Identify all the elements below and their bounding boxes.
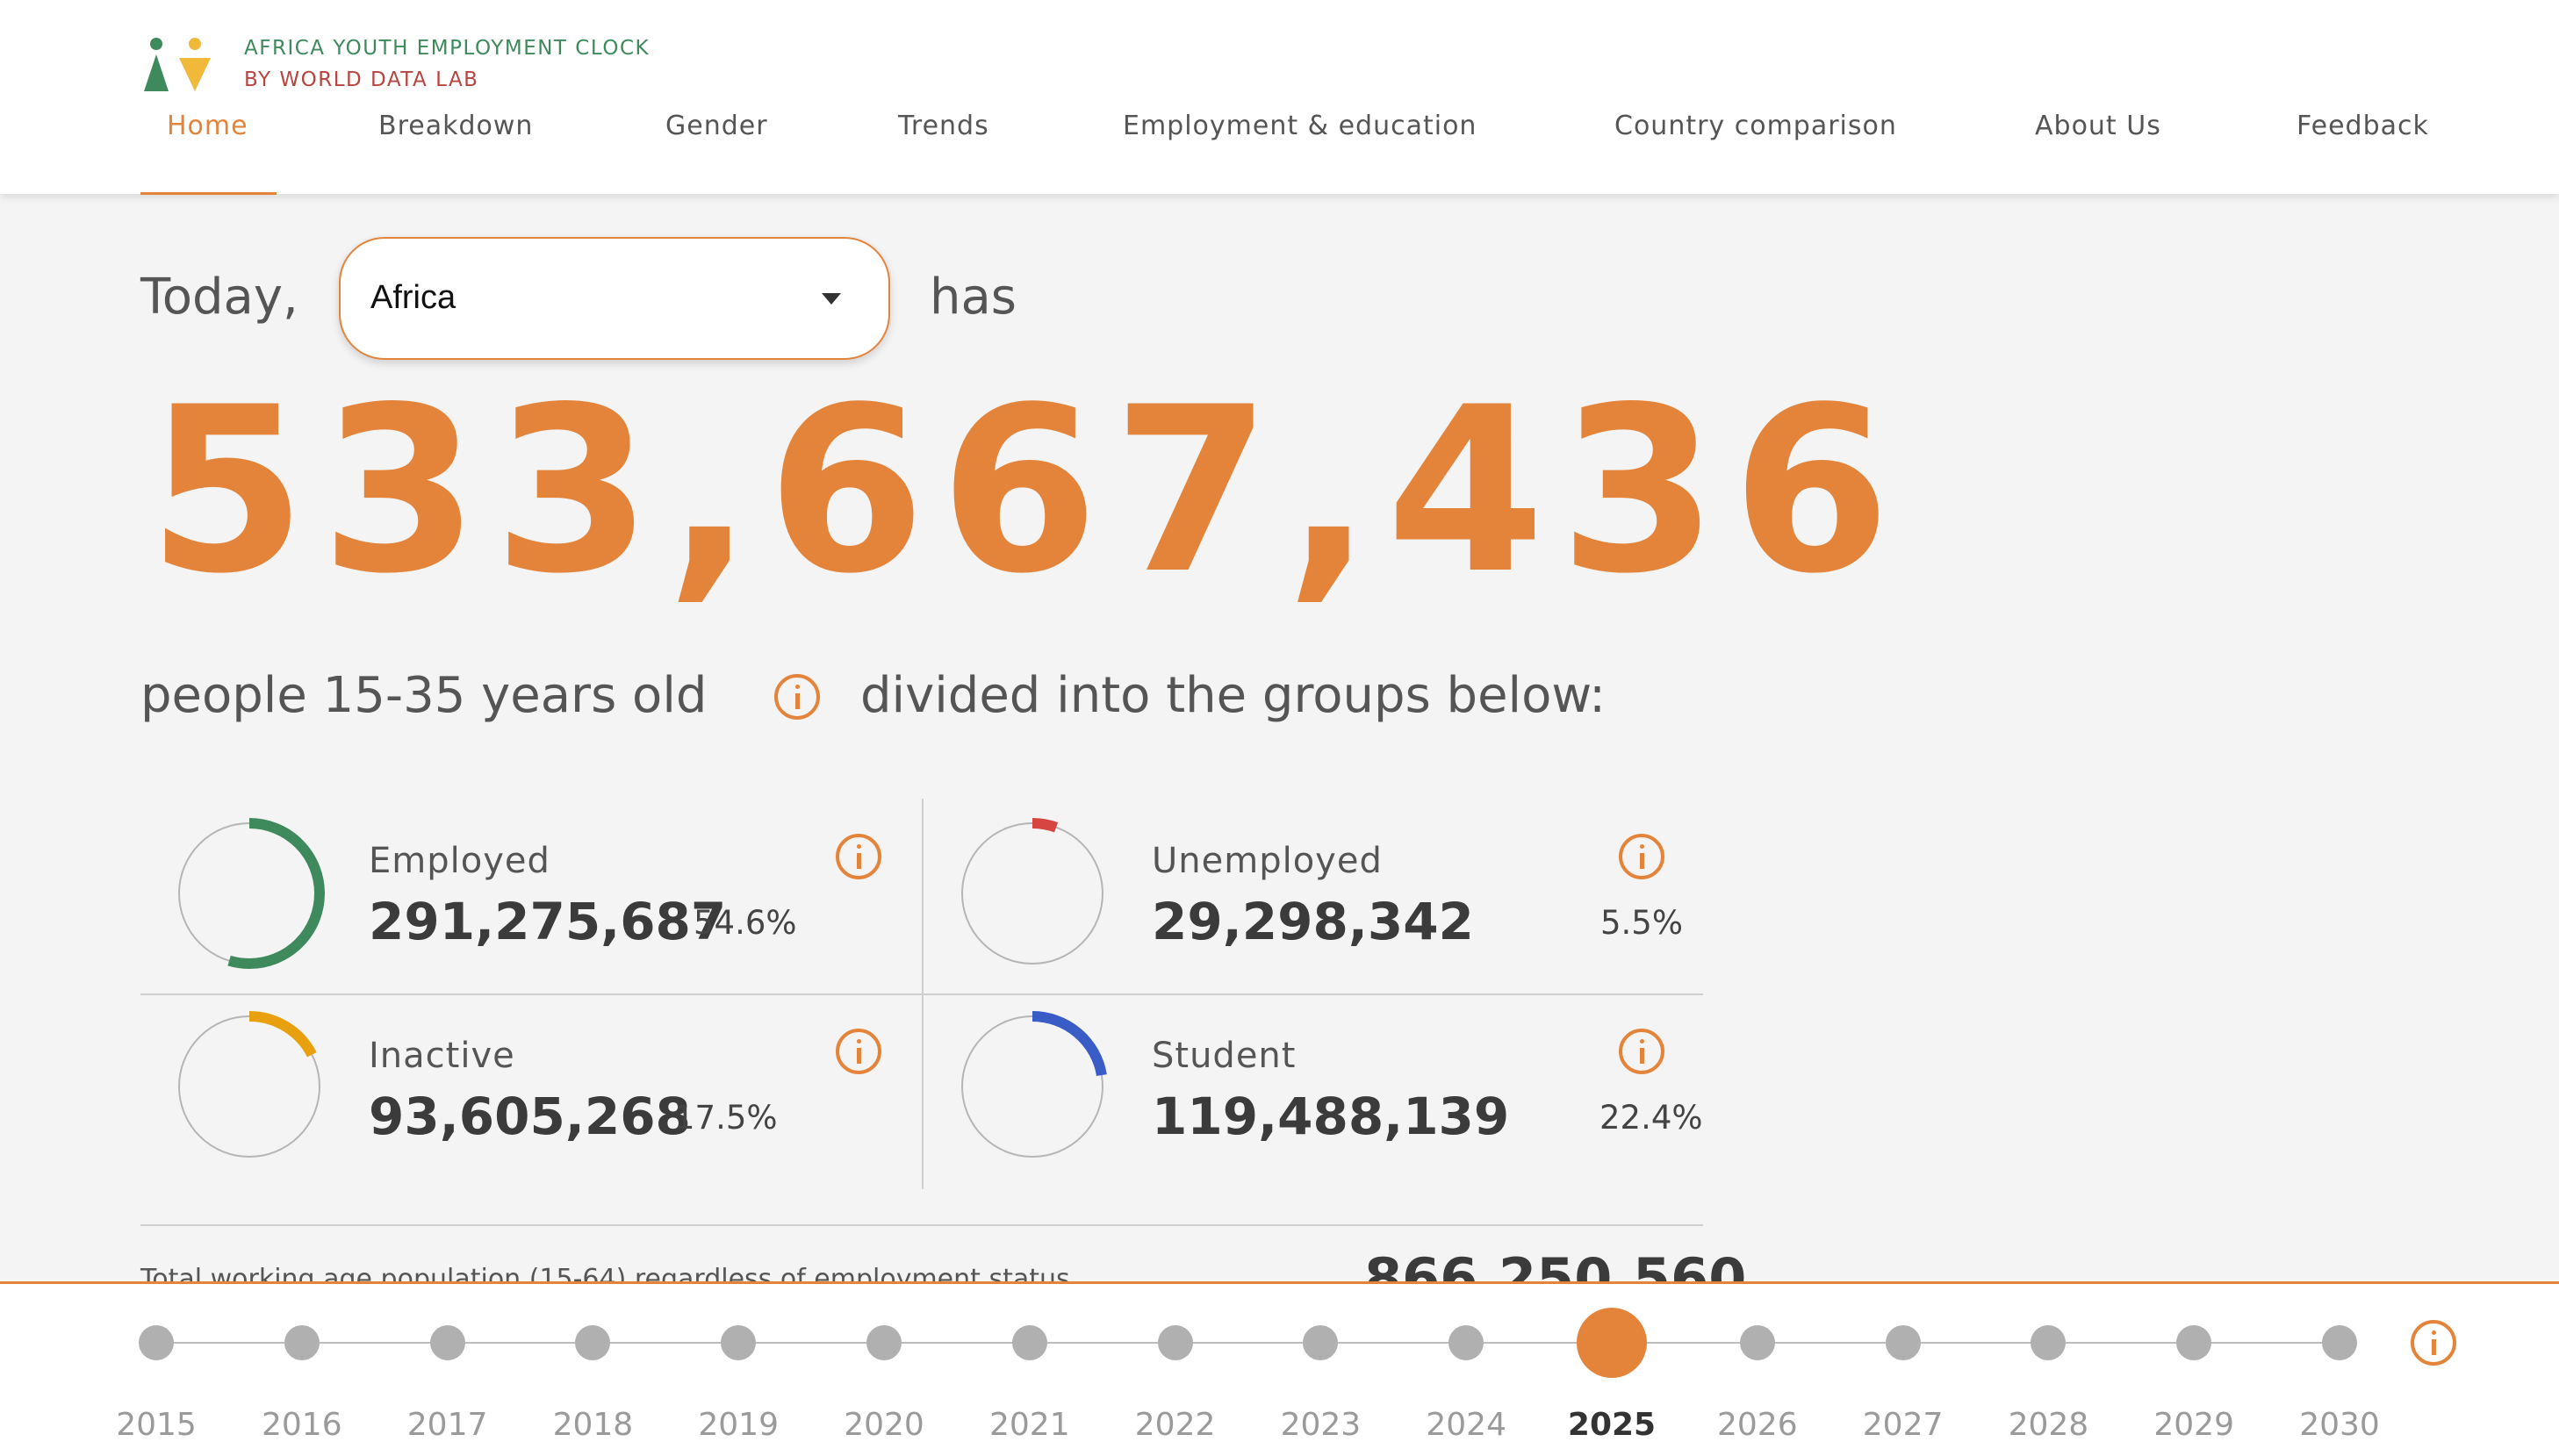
group-unemployed: Unemployed 29,298,342 5.5% bbox=[924, 799, 1705, 993]
group-percent: 17.5% bbox=[674, 1099, 778, 1137]
age-range-label: people 15-35 years old bbox=[140, 667, 708, 724]
timeline-year-label[interactable]: 2020 bbox=[831, 1407, 937, 1443]
nav-trends[interactable]: Trends bbox=[898, 111, 989, 141]
brand-title: AFRICA YOUTH EMPLOYMENT CLOCK bbox=[244, 37, 651, 60]
nav-employment-education[interactable]: Employment & education bbox=[1123, 111, 1477, 141]
employed-ring-chart bbox=[174, 818, 325, 969]
timeline-dot-2018[interactable] bbox=[575, 1325, 611, 1360]
timeline-track bbox=[156, 1342, 2340, 1344]
timeline-year-label[interactable]: 2018 bbox=[540, 1407, 645, 1443]
info-icon[interactable] bbox=[774, 674, 820, 720]
nav-feedback[interactable]: Feedback bbox=[2297, 111, 2429, 141]
nav-country-comparison[interactable]: Country comparison bbox=[1614, 111, 1897, 141]
nav-home[interactable]: Home bbox=[167, 111, 248, 141]
timeline-year-label[interactable]: 2026 bbox=[1705, 1407, 1810, 1443]
timeline-year-label[interactable]: 2021 bbox=[977, 1407, 1082, 1443]
timeline-year-label[interactable]: 2030 bbox=[2287, 1407, 2392, 1443]
region-selected-value: Africa bbox=[370, 279, 456, 316]
nav-breakdown[interactable]: Breakdown bbox=[378, 111, 533, 141]
timeline-year-label[interactable]: 2025 bbox=[1559, 1407, 1664, 1443]
info-icon[interactable] bbox=[2411, 1320, 2456, 1366]
groups-grid: Employed 291,275,687 54.6% Unemployed 29… bbox=[140, 799, 1703, 1194]
group-percent: 54.6% bbox=[694, 904, 797, 942]
group-student: Student 119,488,139 22.4% bbox=[924, 995, 1705, 1190]
info-icon[interactable] bbox=[1619, 834, 1664, 879]
inactive-ring-chart bbox=[174, 1011, 325, 1162]
student-ring-chart bbox=[957, 1011, 1108, 1162]
timeline-year-label[interactable]: 2023 bbox=[1268, 1407, 1373, 1443]
has-label: has bbox=[930, 269, 1017, 326]
group-value: 93,605,268 bbox=[369, 1087, 691, 1146]
timeline-year-label[interactable]: 2028 bbox=[1995, 1407, 2101, 1443]
brand-subtitle: BY WORLD DATA LAB bbox=[244, 68, 479, 91]
timeline-dot-2020[interactable] bbox=[866, 1325, 902, 1360]
timeline-year-label[interactable]: 2029 bbox=[2141, 1407, 2246, 1443]
year-timeline: 2015 2016 2017 2018 2019 2020 2021 2022 2023 2024… bbox=[0, 1281, 2559, 1456]
group-percent: 22.4% bbox=[1599, 1099, 1703, 1137]
caret-down-icon bbox=[822, 293, 841, 305]
info-icon[interactable] bbox=[836, 1029, 881, 1074]
timeline-year-label[interactable]: 2022 bbox=[1123, 1407, 1228, 1443]
logo[interactable] bbox=[140, 37, 211, 95]
group-label: Student bbox=[1152, 1036, 1297, 1076]
timeline-dot-2026[interactable] bbox=[1739, 1325, 1775, 1360]
timeline-year-label[interactable]: 2019 bbox=[686, 1407, 791, 1443]
timeline-dot-2016[interactable] bbox=[284, 1325, 320, 1360]
today-label: Today, bbox=[140, 269, 298, 326]
unemployed-ring-chart bbox=[957, 818, 1108, 969]
groups-intro-label: divided into the groups below: bbox=[860, 667, 1606, 724]
total-youth-counter: 533,667,436 bbox=[147, 359, 1905, 624]
group-label: Inactive bbox=[369, 1036, 515, 1076]
timeline-year-label[interactable]: 2015 bbox=[104, 1407, 209, 1443]
timeline-year-label[interactable]: 2016 bbox=[249, 1407, 355, 1443]
timeline-dot-2022[interactable] bbox=[1157, 1325, 1193, 1360]
group-value: 291,275,687 bbox=[369, 892, 727, 951]
divider bbox=[140, 1224, 1703, 1226]
group-label: Unemployed bbox=[1152, 841, 1383, 881]
timeline-dot-2027[interactable] bbox=[1885, 1325, 1921, 1360]
nav-gender[interactable]: Gender bbox=[665, 111, 768, 141]
group-value: 29,298,342 bbox=[1152, 892, 1474, 951]
info-icon[interactable] bbox=[1619, 1029, 1664, 1074]
timeline-dot-2024[interactable] bbox=[1448, 1325, 1484, 1360]
group-value: 119,488,139 bbox=[1152, 1087, 1510, 1146]
timeline-dot-2028[interactable] bbox=[2031, 1325, 2067, 1360]
group-inactive: Inactive 93,605,268 17.5% bbox=[140, 995, 922, 1190]
timeline-dot-2021[interactable] bbox=[1011, 1325, 1047, 1360]
group-employed: Employed 291,275,687 54.6% bbox=[140, 799, 922, 993]
timeline-dot-2025[interactable] bbox=[1577, 1308, 1647, 1378]
timeline-year-label[interactable]: 2024 bbox=[1413, 1407, 1519, 1443]
active-tab-indicator bbox=[140, 192, 277, 195]
top-nav-bar: AFRICA YOUTH EMPLOYMENT CLOCK BY WORLD D… bbox=[0, 0, 2559, 195]
info-icon[interactable] bbox=[836, 834, 881, 879]
timeline-dot-2015[interactable] bbox=[139, 1325, 174, 1360]
timeline-dot-2029[interactable] bbox=[2176, 1325, 2212, 1360]
timeline-dot-2019[interactable] bbox=[721, 1325, 757, 1360]
group-label: Employed bbox=[369, 841, 550, 881]
timeline-dot-2023[interactable] bbox=[1303, 1325, 1339, 1360]
timeline-dot-2030[interactable] bbox=[2322, 1325, 2357, 1360]
region-dropdown[interactable]: Africa bbox=[339, 237, 890, 360]
timeline-year-label[interactable]: 2017 bbox=[395, 1407, 500, 1443]
group-percent: 5.5% bbox=[1600, 904, 1683, 942]
timeline-dot-2017[interactable] bbox=[429, 1325, 465, 1360]
timeline-year-label[interactable]: 2027 bbox=[1851, 1407, 1956, 1443]
nav-about-us[interactable]: About Us bbox=[2035, 111, 2161, 141]
